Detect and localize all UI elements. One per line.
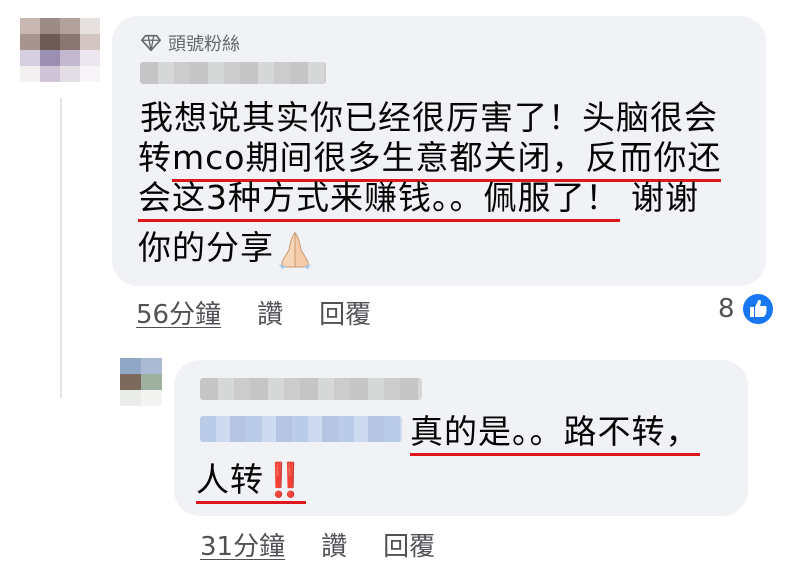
comment-text-line: 你的分享 bbox=[138, 228, 316, 270]
mention-tag-redacted[interactable] bbox=[200, 416, 402, 442]
reply-text-line: 人转‼️ bbox=[196, 460, 307, 504]
badge-label: 頭號粉絲 bbox=[168, 34, 240, 55]
highlighted-text: mco期间很多生意都关闭，反而你还 bbox=[172, 138, 722, 182]
highlighted-text: 人转‼️ bbox=[196, 460, 307, 504]
commenter-name-redacted bbox=[200, 378, 422, 400]
reply-button[interactable]: 回覆 bbox=[319, 294, 371, 331]
reaction-summary[interactable]: 8 bbox=[718, 292, 775, 326]
comment-text-line: 我想说其实你已经很厉害了！头脑很会 bbox=[140, 98, 718, 137]
comment-text-line: 会这3种方式来赚钱。。佩服了！ 谢谢 bbox=[138, 178, 699, 222]
reaction-count: 8 bbox=[718, 294, 735, 324]
reply-text-fragment: 人转 bbox=[196, 460, 264, 499]
comment-text-fragment: 你的分享 bbox=[138, 228, 274, 267]
reply-actions: 31分鐘 讚 回覆 bbox=[200, 526, 435, 563]
timestamp-link[interactable]: 31分鐘 bbox=[200, 526, 285, 563]
folded-hands-emoji bbox=[279, 231, 311, 269]
comment-text-line: 转mco期间很多生意都关闭，反而你还 bbox=[138, 138, 722, 182]
comment-text-fragment: 谢谢 bbox=[619, 178, 699, 217]
thread-connector-line bbox=[60, 98, 62, 398]
diamond-icon bbox=[141, 34, 161, 52]
reply-button[interactable]: 回覆 bbox=[383, 526, 435, 563]
like-button[interactable]: 讚 bbox=[321, 526, 347, 563]
thumbs-up-icon bbox=[740, 292, 775, 326]
highlighted-text: 真的是。。路不转， bbox=[410, 412, 700, 456]
avatar[interactable] bbox=[20, 18, 100, 82]
timestamp-link[interactable]: 56分鐘 bbox=[136, 294, 221, 331]
commenter-name-redacted bbox=[140, 62, 326, 84]
top-fan-badge: 頭號粉絲 bbox=[140, 30, 240, 56]
comment-actions: 56分鐘 讚 回覆 bbox=[136, 294, 371, 331]
avatar[interactable] bbox=[120, 358, 162, 406]
comment-text-fragment: 转 bbox=[138, 138, 172, 177]
double-exclamation-emoji: ‼️ bbox=[264, 460, 307, 499]
reply-text-line: 真的是。。路不转， bbox=[410, 412, 700, 456]
highlighted-text: 会这3种方式来赚钱。。佩服了！ bbox=[138, 178, 620, 222]
like-button[interactable]: 讚 bbox=[257, 294, 283, 331]
